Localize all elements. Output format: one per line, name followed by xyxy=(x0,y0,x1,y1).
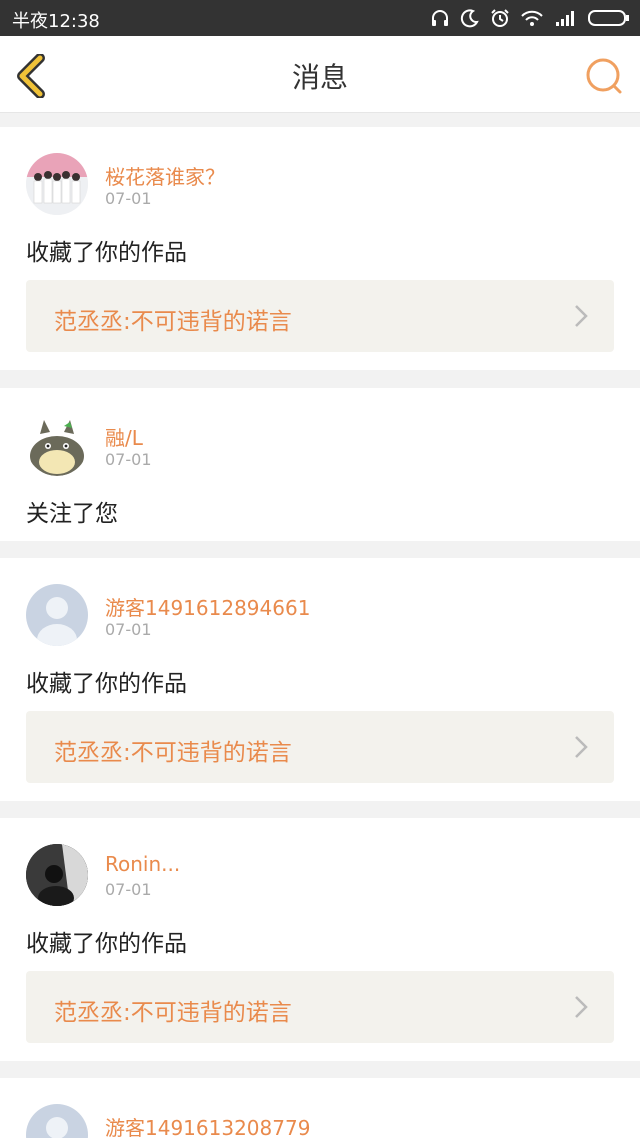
message-card: 游客1491612894661 07-01 收藏了你的作品 范丞丞:不可违背的诺… xyxy=(0,558,640,801)
message-date: 07-01 xyxy=(105,450,152,469)
user-name[interactable]: 桜花落谁家？ xyxy=(105,161,225,190)
chevron-right-icon xyxy=(575,736,588,758)
message-text: 收藏了你的作品 xyxy=(26,931,187,957)
moon-icon xyxy=(460,9,479,28)
message-text: 关注了您 xyxy=(26,501,118,527)
message-card: 游客1491613208779 xyxy=(0,1078,640,1138)
message-text: 收藏了你的作品 xyxy=(26,671,187,697)
header-bar: 消息 xyxy=(0,36,640,113)
status-bar: 半夜12:38 xyxy=(0,0,640,36)
work-title: 范丞丞:不可违背的诺言 xyxy=(54,740,292,766)
work-link[interactable]: 范丞丞:不可违背的诺言 xyxy=(26,971,614,1043)
work-link[interactable]: 范丞丞:不可违背的诺言 xyxy=(26,280,614,352)
chevron-right-icon xyxy=(575,996,588,1018)
user-name[interactable]: 游客1491613208779 xyxy=(105,1112,310,1138)
message-date: 07-01 xyxy=(105,620,152,639)
user-name[interactable]: 融/L xyxy=(105,422,143,451)
search-icon[interactable] xyxy=(584,56,624,96)
status-time: 半夜12:38 xyxy=(12,11,100,32)
battery-icon xyxy=(588,10,629,26)
dark-photo-avatar[interactable] xyxy=(26,844,88,906)
message-card: 融/L 07-01 关注了您 xyxy=(0,388,640,541)
totoro-avatar[interactable] xyxy=(26,414,88,476)
status-icons xyxy=(430,6,630,30)
chevron-right-icon xyxy=(575,305,588,327)
work-title: 范丞丞:不可违背的诺言 xyxy=(54,309,292,335)
message-date: 07-01 xyxy=(105,880,152,899)
message-text: 收藏了你的作品 xyxy=(26,240,187,266)
wifi-icon xyxy=(521,10,543,26)
alarm-icon xyxy=(491,9,509,27)
user-name[interactable]: Ronin... xyxy=(105,852,180,876)
default-user-avatar[interactable] xyxy=(26,584,88,646)
page-title: 消息 xyxy=(291,61,348,94)
work-title: 范丞丞:不可违背的诺言 xyxy=(54,1000,292,1026)
group-photo-avatar[interactable] xyxy=(26,153,88,215)
headphones-icon xyxy=(432,10,448,26)
work-link[interactable]: 范丞丞:不可违背的诺言 xyxy=(26,711,614,783)
message-date: 07-01 xyxy=(105,189,152,208)
default-user-avatar[interactable] xyxy=(26,1104,88,1138)
user-name[interactable]: 游客1491612894661 xyxy=(105,592,310,621)
signal-icon xyxy=(556,11,574,26)
message-card: Ronin... 07-01 收藏了你的作品 范丞丞:不可违背的诺言 xyxy=(0,818,640,1061)
message-card: 桜花落谁家？ 07-01 收藏了你的作品 范丞丞:不可违背的诺言 xyxy=(0,127,640,370)
